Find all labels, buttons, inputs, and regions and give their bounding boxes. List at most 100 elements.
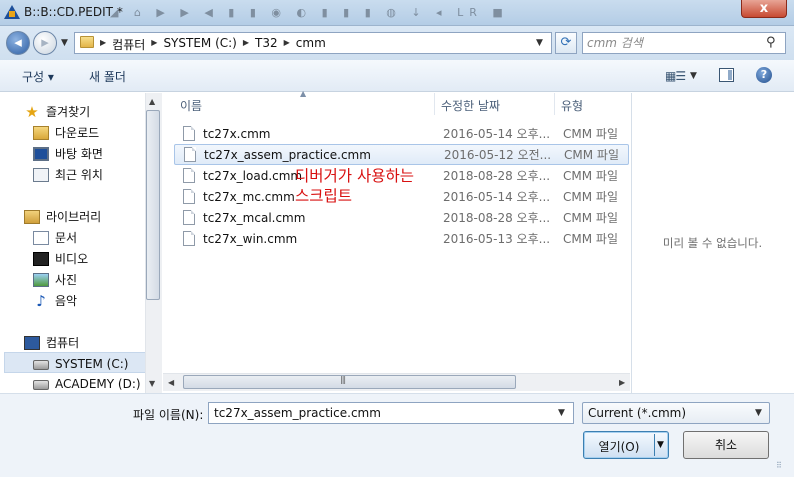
chevron-down-icon[interactable]: ▼ [755,408,762,418]
search-box[interactable]: ⚲ [582,32,786,54]
column-header-type[interactable]: 유형 [561,97,583,114]
preview-pane-icon[interactable] [719,68,734,82]
nav-libraries-label: 라이브러리 [46,210,102,224]
forward-button[interactable]: ▸ [33,31,57,55]
nav-documents[interactable]: 문서 [33,228,77,247]
folder-icon [80,36,94,48]
file-icon [183,231,195,246]
nav-system-label: SYSTEM (C:) [55,356,129,371]
nav-pictures-label: 사진 [55,273,78,287]
column-header-name[interactable]: 이름 [180,97,202,114]
desktop-icon [33,146,49,161]
chevron-right-icon[interactable]: ▶ [151,36,157,53]
breadcrumb-computer[interactable]: 컴퓨터 [112,36,145,53]
view-options-icon[interactable]: ▦☰ [665,69,686,83]
file-date: 2016-05-12 오전... [444,148,552,162]
horizontal-scrollbar-thumb[interactable] [183,375,516,389]
split-divider [654,434,655,456]
nav-downloads[interactable]: 다운로드 [33,123,99,142]
organize-button[interactable]: 구성 ▾ [22,68,54,85]
file-date: 2016-05-13 오후... [443,232,551,246]
file-type: CMM 파일 [563,169,618,183]
nav-music-label: 음악 [55,294,78,308]
view-dropdown-icon[interactable]: ▼ [690,71,697,81]
file-icon [183,210,195,225]
annotation-line-2: 스크립트 [295,187,353,205]
file-type: CMM 파일 [563,127,618,141]
file-name: tc27x_win.cmm [203,231,298,246]
nav-videos-label: 비디오 [55,252,89,266]
no-preview-message: 미리 볼 수 없습니다. [662,236,763,250]
open-button[interactable]: 열기(O) ▼ [583,431,669,459]
nav-desktop[interactable]: 바탕 화면 [33,144,103,163]
resize-grip-icon[interactable]: ⠿ [776,462,790,475]
scroll-down-icon[interactable]: ▼ [149,379,155,388]
filename-combobox[interactable]: ▼ [208,402,574,424]
file-row[interactable]: tc27x_win.cmm 2016-05-13 오후... CMM 파일 [174,228,629,249]
nav-videos[interactable]: 비디오 [33,249,88,268]
file-type-filter-value: Current (*.cmm) [588,406,687,420]
cancel-button[interactable]: 취소 [683,431,769,459]
search-input[interactable] [587,35,757,51]
filename-input[interactable] [214,405,544,421]
file-name: tc27x_assem_practice.cmm [204,147,371,162]
nav-recent[interactable]: 최근 위치 [33,165,103,184]
nav-academy-drive[interactable]: ACADEMY (D:) [33,374,141,393]
scroll-left-icon[interactable]: ◀ [168,378,174,387]
music-note-icon: ♪ [36,291,46,310]
chevron-right-icon[interactable]: ▶ [284,36,290,53]
nav-favorites[interactable]: ★ 즐겨찾기 [24,102,90,121]
chevron-down-icon[interactable]: ▼ [558,408,565,418]
file-date: 2016-05-14 오후... [443,127,551,141]
annotation-text: 디버거가 사용하는 스크립트 [295,166,414,206]
window-title: B::B::CD.PEDIT * [24,5,123,19]
nav-system-drive[interactable]: SYSTEM (C:) [33,354,128,373]
nav-academy-label: ACADEMY (D:) [55,376,141,391]
address-dropdown-icon[interactable]: ▼ [536,38,543,48]
column-divider[interactable] [434,93,435,115]
open-options-dropdown-icon[interactable]: ▼ [657,440,664,450]
close-button[interactable]: x [741,0,787,18]
nav-computer-label: 컴퓨터 [46,336,80,350]
nav-scrollbar-thumb[interactable] [146,110,160,300]
file-row[interactable]: tc27x_mcal.cmm 2018-08-28 오후... CMM 파일 [174,207,629,228]
scroll-right-icon[interactable]: ▶ [619,378,625,387]
file-row[interactable]: tc27x.cmm 2016-05-14 오후... CMM 파일 [174,123,629,144]
nav-computer[interactable]: 컴퓨터 [24,333,79,352]
breadcrumb-cmm[interactable]: cmm [296,36,326,53]
refresh-button[interactable]: ⟳ [555,32,577,54]
scroll-grip-icon: ||| [340,375,346,384]
help-icon[interactable]: ? [756,67,772,83]
star-icon: ★ [25,102,39,121]
recent-places-icon [33,167,49,182]
nav-pictures[interactable]: 사진 [33,270,77,289]
new-folder-button[interactable]: 새 폴더 [89,68,126,85]
document-icon [33,230,49,245]
recent-pages-dropdown-icon[interactable]: ▼ [61,38,68,48]
file-row-selected[interactable]: tc27x_assem_practice.cmm 2016-05-12 오전..… [174,144,629,165]
file-date: 2018-08-28 오후... [443,211,551,225]
nav-libraries[interactable]: 라이브러리 [24,207,101,226]
file-type-filter[interactable]: Current (*.cmm) ▼ [582,402,770,424]
nav-documents-label: 문서 [55,231,78,245]
filename-label: 파일 이름(N): [133,408,204,422]
scroll-up-icon[interactable]: ▲ [149,97,155,106]
downloads-folder-icon [33,125,49,140]
annotation-line-1: 디버거가 사용하는 [295,167,415,185]
drive-icon [33,379,49,390]
chevron-right-icon[interactable]: ▶ [243,36,249,53]
sort-arrow-icon: ▲ [300,89,307,98]
file-name: tc27x.cmm [203,126,271,141]
file-type: CMM 파일 [563,211,618,225]
file-date: 2018-08-28 오후... [443,169,551,183]
chevron-right-icon[interactable]: ▶ [100,36,106,53]
nav-music[interactable]: ♪ 음악 [33,291,77,310]
column-header-date[interactable]: 수정한 날짜 [441,97,500,114]
column-divider[interactable] [554,93,555,115]
breadcrumb-t32[interactable]: T32 [255,36,278,53]
search-icon[interactable]: ⚲ [766,35,776,50]
file-type: CMM 파일 [563,232,618,246]
back-button[interactable]: ◂ [6,31,30,55]
background-toolbar-glyphs: ◢ ⌂ ▶ ▶ ◀ ▮ ▮ ◉ ◐ ▮ ▮ ▮ ◍ ↓ ◂ LR ■ [110,6,509,19]
breadcrumb-system[interactable]: SYSTEM (C:) [163,36,236,53]
